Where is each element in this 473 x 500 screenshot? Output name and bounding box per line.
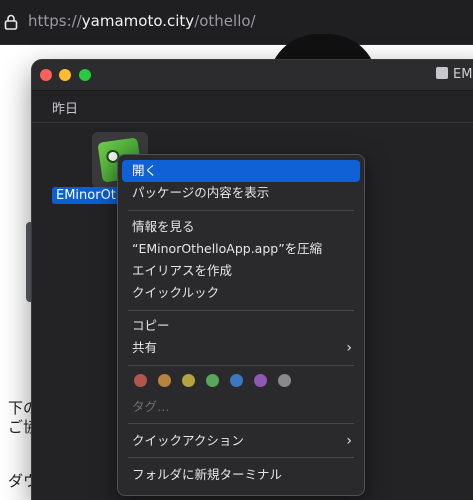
tag-yellow-dot[interactable] [182, 374, 195, 387]
menu-item-quick-actions[interactable]: クイックアクション › [122, 430, 360, 452]
browser-address-bar[interactable]: https://yamamoto.city/othello/ [0, 0, 473, 45]
menu-item-new-terminal-at-folder[interactable]: フォルダに新規ターミナル [122, 464, 360, 486]
context-menu: 開く パッケージの内容を表示 情報を見る “EMinorOthelloApp.a… [118, 155, 364, 495]
menu-item-share-label: 共有 [132, 340, 158, 355]
menu-item-quick-look[interactable]: クイックルック [122, 282, 360, 304]
tag-blue-dot[interactable] [230, 374, 243, 387]
url-text[interactable]: https://yamamoto.city/othello/ [28, 12, 256, 30]
file-name-label[interactable]: EMinorOth [52, 187, 124, 204]
menu-separator [128, 457, 354, 458]
tag-gray-dot[interactable] [278, 374, 291, 387]
menu-item-compress[interactable]: “EMinorOthelloApp.app”を圧縮 [122, 238, 360, 260]
zoom-window-button[interactable] [79, 69, 91, 81]
menu-item-share[interactable]: 共有 › [122, 337, 360, 359]
menu-separator [128, 210, 354, 211]
tag-green-dot[interactable] [206, 374, 219, 387]
menu-separator [128, 423, 354, 424]
menu-item-quick-actions-label: クイックアクション [132, 433, 244, 448]
menu-item-get-info[interactable]: 情報を見る [122, 216, 360, 238]
tag-orange-dot[interactable] [158, 374, 171, 387]
url-scheme: https:// [28, 12, 82, 30]
section-header: 昨日 [52, 102, 79, 117]
divider [32, 122, 473, 123]
window-title: EM [436, 67, 472, 82]
menu-separator [128, 310, 354, 311]
menu-item-tags[interactable]: タグ… [122, 396, 360, 418]
url-path: /othello/ [194, 12, 256, 30]
chevron-right-icon: › [346, 340, 352, 356]
menu-item-open[interactable]: 開く [122, 160, 360, 182]
document-icon [436, 67, 448, 79]
menu-item-copy[interactable]: コピー [122, 315, 360, 337]
chevron-right-icon: › [346, 433, 352, 449]
window-title-text: EM [453, 67, 473, 82]
menu-item-show-package-contents[interactable]: パッケージの内容を表示 [122, 182, 360, 204]
tag-red-dot[interactable] [134, 374, 147, 387]
tag-purple-dot[interactable] [254, 374, 267, 387]
window-titlebar[interactable]: EM [32, 60, 473, 91]
close-window-button[interactable] [40, 69, 52, 81]
lock-icon [4, 14, 18, 30]
url-host: yamamoto.city [81, 12, 195, 30]
menu-separator [128, 365, 354, 366]
minimize-window-button[interactable] [59, 69, 71, 81]
menu-item-make-alias[interactable]: エイリアスを作成 [122, 260, 360, 282]
